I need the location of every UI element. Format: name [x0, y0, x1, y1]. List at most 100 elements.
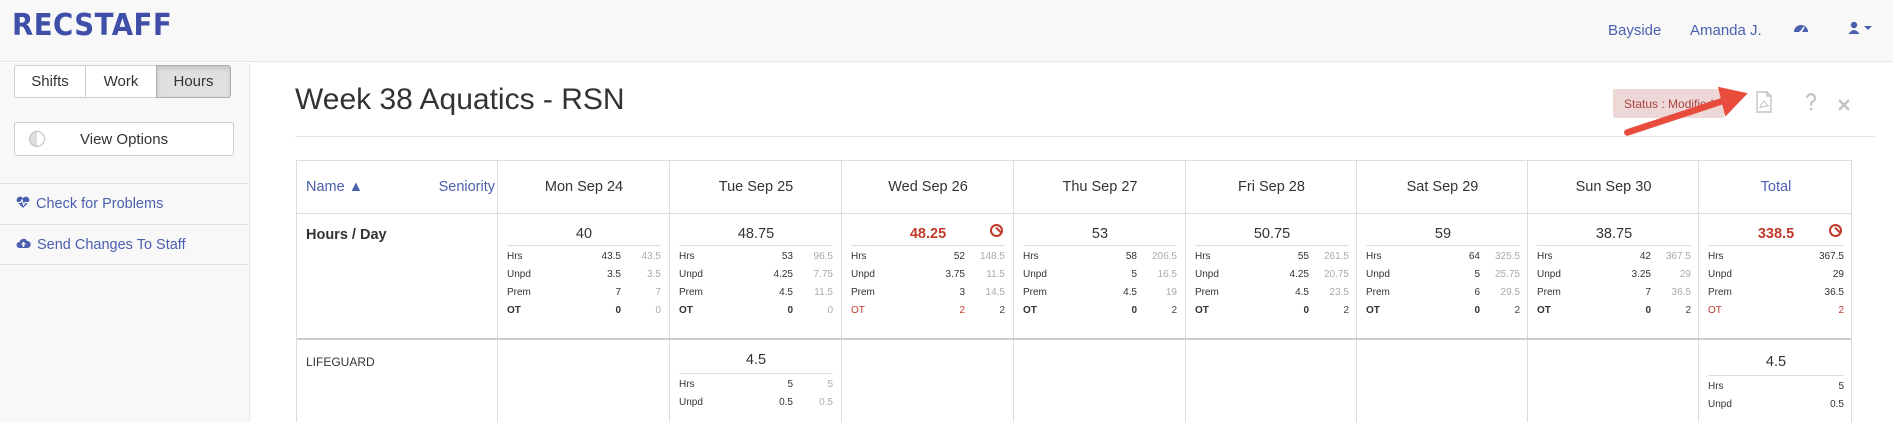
breakdown-label: Hrs [507, 251, 523, 262]
breakdown-value: 4.25 [773, 269, 793, 280]
breakdown-value: 52 [953, 251, 965, 262]
breakdown-value: 29 [1832, 269, 1844, 280]
breakdown-label: Hrs [1708, 251, 1724, 262]
day-cell[interactable]: 53 Hrs 58 206.5 Unpd 5 16.5 Prem 4.5 19 OT 0 2 [1014, 214, 1186, 338]
breakdown-value: 5 [787, 379, 793, 390]
breakdown-value: 4.25 [1289, 269, 1309, 280]
breakdown-label: OT [1708, 305, 1722, 316]
day-cell[interactable]: 48.25 Hrs 52 148.5 Unpd 3.75 11.5 Prem 3 14.5 OT 2 2 [842, 214, 1014, 338]
breakdown-row: Unpd 0.5 [1708, 396, 1844, 414]
breakdown-row: Unpd 3.5 3.5 [507, 266, 661, 284]
day-cell[interactable]: 40 Hrs 43.5 43.5 Unpd 3.5 3.5 Prem 7 7 OT 0 0 [498, 214, 670, 338]
breakdown-value: 0 [787, 305, 793, 316]
breakdown-cumulative: 325.5 [1494, 251, 1520, 262]
sort-name-header[interactable]: Name ▲ [306, 161, 366, 213]
app-logo[interactable]: RECSTAFF [12, 8, 172, 43]
breakdown-row: Hrs 64 325.5 [1366, 248, 1520, 266]
pdf-icon[interactable] [1755, 91, 1773, 119]
breakdown-value: 3.25 [1631, 269, 1651, 280]
help-icon[interactable] [1805, 93, 1817, 117]
breakdown-row: Hrs 55 261.5 [1195, 248, 1349, 266]
day-cell[interactable]: 38.75 Hrs 42 367.5 Unpd 3.25 29 Prem 7 36.5 OT 0 2 [1528, 214, 1700, 338]
breakdown-cumulative: 3.5 [647, 269, 661, 280]
day-cell[interactable]: 48.75 Hrs 53 96.5 Unpd 4.25 7.75 Prem 4.5 11.5 OT 0… [670, 214, 842, 338]
day-cell[interactable]: 4.5 Hrs 5 5 Unpd 0.5 0.5 [670, 340, 842, 424]
breakdown-row: OT 0 2 [1023, 302, 1177, 320]
breakdown-value: 6 [1474, 287, 1480, 298]
total-header[interactable]: Total [1699, 161, 1853, 213]
day-header: Mon Sep 24 [544, 179, 624, 195]
breakdown-cumulative: 148.5 [979, 251, 1005, 262]
venue-link[interactable]: Bayside [1608, 22, 1661, 39]
breakdown-cumulative: 7 [655, 287, 661, 298]
user-menu-icon[interactable] [1848, 20, 1874, 41]
breakdown-cumulative: 16.5 [1157, 269, 1177, 280]
day-header: Tue Sep 25 [718, 179, 794, 195]
row-label-lifeguard[interactable]: LIFEGUARD [306, 355, 375, 369]
view-options-label: View Options [80, 130, 169, 148]
day-header: Fri Sep 28 [1238, 179, 1305, 195]
breakdown-value: 36.5 [1824, 287, 1844, 298]
breakdown-row: Hrs 43.5 43.5 [507, 248, 661, 266]
day-cell[interactable]: 50.75 Hrs 55 261.5 Unpd 4.25 20.75 Prem 4.5 23.5 O… [1186, 214, 1358, 338]
breakdown-cumulative: 23.5 [1329, 287, 1349, 298]
breakdown-value: 7 [1645, 287, 1651, 298]
tab-hours[interactable]: Hours [156, 65, 231, 98]
breakdown-divider [1708, 375, 1844, 376]
breakdown-cumulative: 7.75 [813, 269, 833, 280]
sort-seniority-header[interactable]: Seniority [425, 161, 495, 213]
breakdown-value: 53 [781, 251, 793, 262]
page-title: Week 38 Aquatics - RSN [295, 83, 625, 116]
breakdown-divider [851, 245, 1005, 246]
user-link[interactable]: Amanda J. [1690, 22, 1762, 39]
breakdown-value: 0 [1303, 305, 1309, 316]
breakdown-row: Hrs 53 96.5 [679, 248, 833, 266]
breakdown-row: Prem 6 29.5 [1366, 284, 1520, 302]
breakdown-label: Unpd [507, 269, 531, 280]
breakdown-value: 7 [615, 287, 621, 298]
day-breakdown: Hrs 64 325.5 Unpd 5 25.75 Prem 6 29.5 OT 0 2 [1366, 245, 1520, 320]
breakdown-divider [1708, 245, 1844, 246]
breakdown-value: 0.5 [1830, 399, 1844, 410]
view-options-button[interactable]: View Options [14, 122, 234, 156]
breakdown-cumulative: 43.5 [641, 251, 661, 262]
day-breakdown: Hrs 5 5 Unpd 0.5 0.5 [679, 373, 833, 412]
heartbeat-icon [16, 196, 30, 212]
breakdown-cumulative: 0 [655, 305, 661, 316]
breakdown-value: 5 [1474, 269, 1480, 280]
breakdown-label: Prem [507, 287, 531, 298]
breakdown-value: 0.5 [779, 397, 793, 408]
breakdown-label: OT [1023, 305, 1037, 316]
breakdown-label: OT [1195, 305, 1209, 316]
breakdown-row: Unpd 4.25 7.75 [679, 266, 833, 284]
dashboard-icon[interactable] [1793, 20, 1809, 41]
breakdown-value: 42 [1639, 251, 1651, 262]
breakdown-value: 4.5 [1295, 287, 1309, 298]
breakdown-divider [1023, 245, 1177, 246]
cloud-upload-icon [16, 237, 31, 252]
breakdown-row: Prem 4.5 11.5 [679, 284, 833, 302]
breakdown-value: 0 [1645, 305, 1651, 316]
check-problems-link[interactable]: Check for Problems [0, 183, 249, 224]
tab-shifts[interactable]: Shifts [14, 65, 86, 98]
breakdown-value: 43.5 [601, 251, 621, 262]
breakdown-row: Prem 4.5 23.5 [1195, 284, 1349, 302]
check-problems-label: Check for Problems [36, 196, 164, 212]
close-icon[interactable] [1837, 95, 1851, 118]
breakdown-cumulative: 19 [1165, 287, 1177, 298]
breakdown-label: Hrs [1537, 251, 1553, 262]
day-breakdown: Hrs 55 261.5 Unpd 4.25 20.75 Prem 4.5 23.5 OT 0 2 [1195, 245, 1349, 320]
day-header: Sat Sep 29 [1406, 179, 1479, 195]
breakdown-cumulative: 261.5 [1323, 251, 1349, 262]
day-breakdown: Hrs 42 367.5 Unpd 3.25 29 Prem 7 36.5 OT 0 2 [1537, 245, 1691, 320]
breakdown-row: OT 0 2 [1366, 302, 1520, 320]
day-cell[interactable]: 59 Hrs 64 325.5 Unpd 5 25.75 Prem 6 29.5 OT 0 2 [1357, 214, 1529, 338]
tab-work[interactable]: Work [85, 65, 157, 98]
breakdown-divider [1366, 245, 1520, 246]
breakdown-label: Hrs [1708, 381, 1724, 392]
breakdown-row: Unpd 3.75 11.5 [851, 266, 1005, 284]
send-changes-link[interactable]: Send Changes To Staff [0, 224, 249, 265]
breakdown-label: Unpd [1708, 269, 1732, 280]
total-cell: 338.5 Hrs 367.5 Unpd 29 Prem 36.5 OT 2 [1699, 214, 1853, 338]
view-mode-tabs: Shifts Work Hours [14, 65, 231, 98]
